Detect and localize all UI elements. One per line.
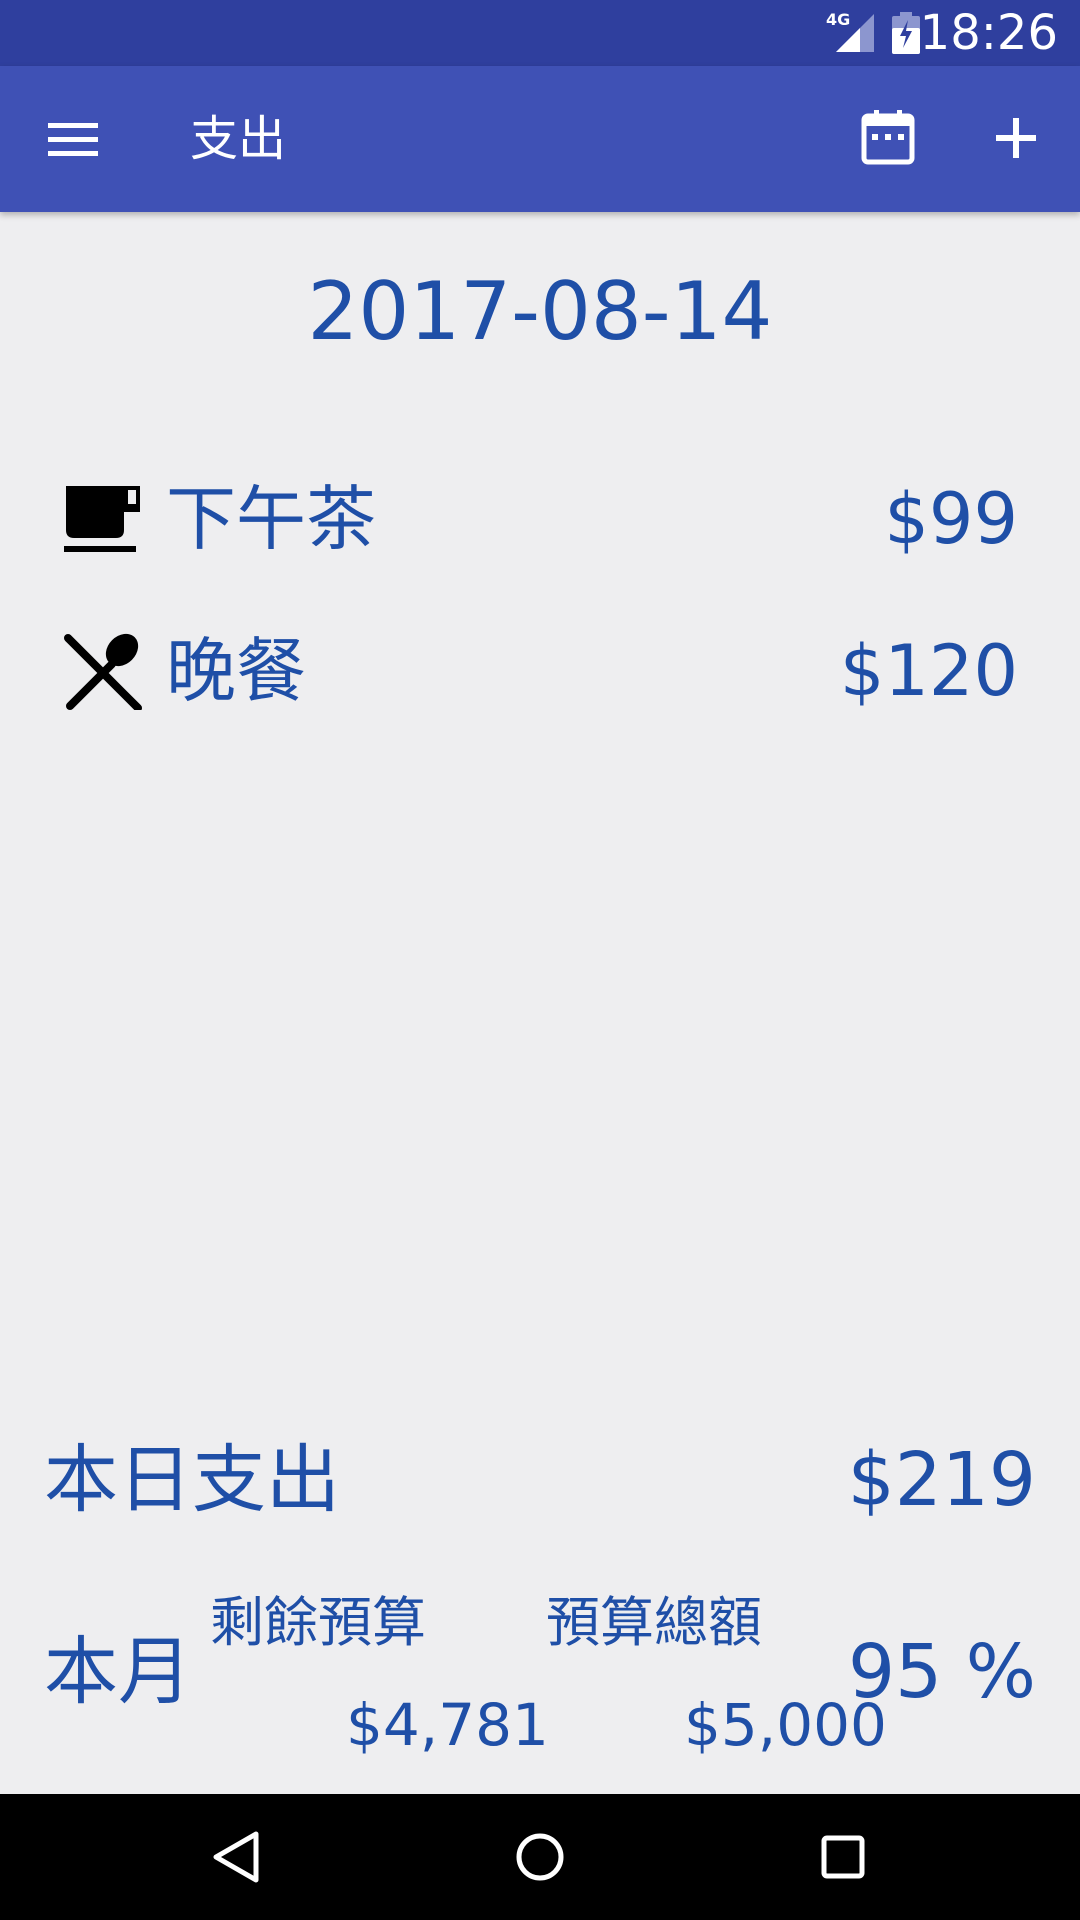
menu-icon [48,123,98,156]
menu-button[interactable] [30,103,116,175]
total-budget-label: 預算總額 [546,1591,762,1654]
expense-label: 下午茶 [166,478,376,560]
page-title: 支出 [190,111,287,167]
coffee-cup-icon [64,486,140,552]
utensils-icon [64,633,142,710]
recents-icon[interactable] [806,1820,880,1894]
remaining-budget-value: $4,781 [346,1691,549,1759]
current-date[interactable]: 2017-08-14 [0,262,1080,362]
calendar-icon [861,110,915,165]
signal-icon [836,14,874,52]
expense-item[interactable]: 晚餐 $120 [0,608,1080,718]
calendar-button[interactable] [852,102,924,174]
month-label: 本月 [44,1629,192,1715]
app-bar: 支出 [0,66,1080,212]
today-expense-label: 本日支出 [44,1437,340,1523]
home-icon[interactable] [503,1820,577,1894]
remaining-budget-label: 剩餘預算 [210,1591,426,1654]
add-button[interactable] [980,102,1052,174]
status-bar: 4G 18:26 [0,0,1080,66]
budget-percent: 95 % [848,1629,1036,1715]
expense-amount: $99 [884,478,1018,560]
battery-icon [892,12,920,54]
expense-item[interactable]: 下午茶 $99 [0,456,1080,566]
back-icon[interactable] [200,1820,274,1894]
add-icon [996,118,1036,158]
expense-screen: 4G 18:26 支出 2017-08-14 下午茶 $99 晚餐 $120 本… [0,0,1080,1920]
expense-amount: $120 [839,630,1018,712]
navigation-bar [0,1794,1080,1920]
clock: 18:26 [919,5,1058,61]
today-expense-amount: $219 [847,1437,1036,1523]
expense-label: 晚餐 [166,630,306,712]
